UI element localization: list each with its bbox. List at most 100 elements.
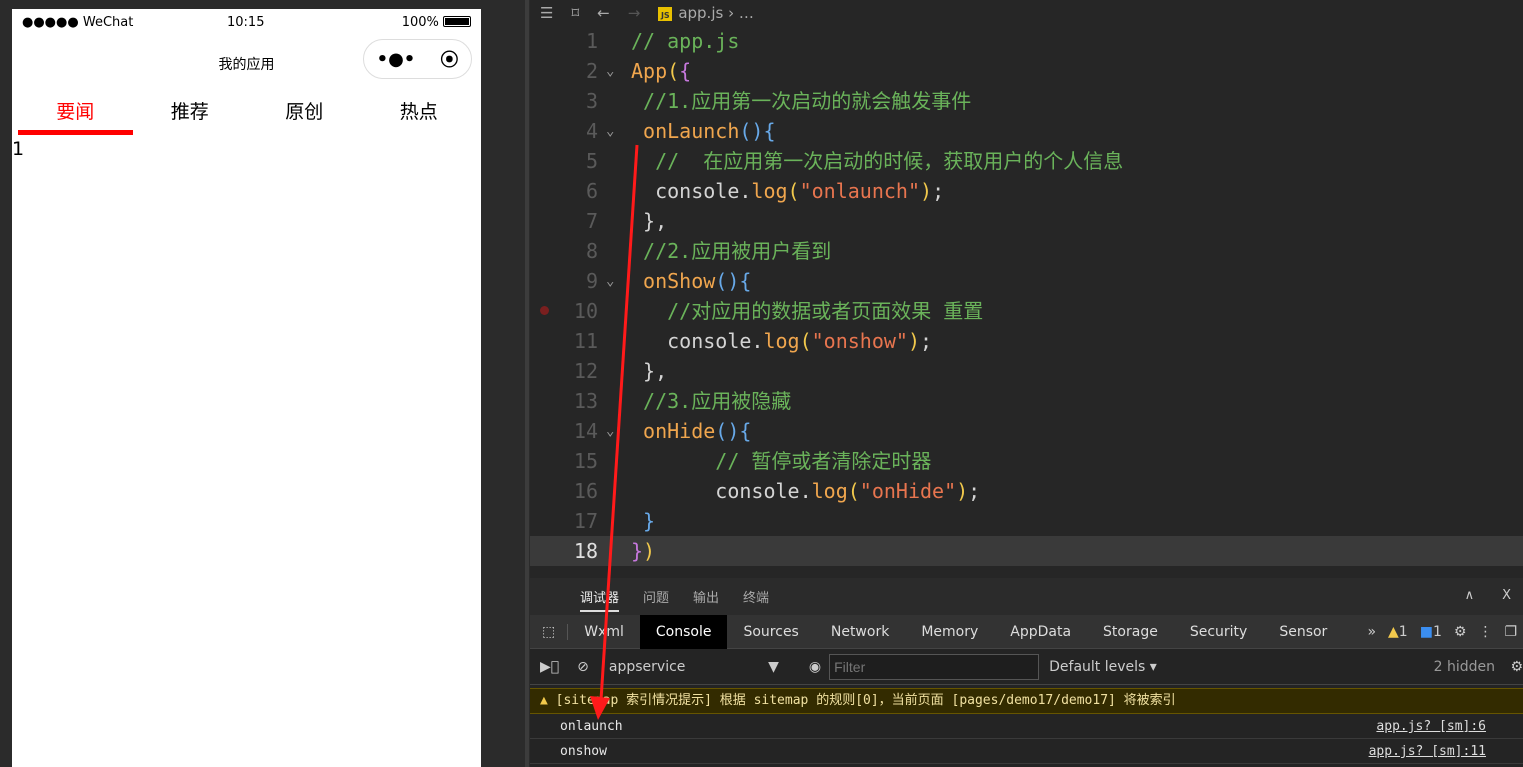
close-icon[interactable]: X bbox=[1502, 588, 1511, 603]
kebab-menu-icon[interactable]: ⋮ bbox=[1478, 624, 1492, 640]
collapse-icon[interactable]: ∧ bbox=[1465, 588, 1475, 603]
list-icon[interactable]: ☰ bbox=[540, 4, 553, 22]
panel-tab-sensor[interactable]: Sensor bbox=[1263, 615, 1343, 649]
code-token: () bbox=[715, 269, 740, 293]
code-line[interactable]: 9 ⌄ onShow(){ bbox=[530, 266, 1523, 296]
fold-chevron-icon[interactable]: ⌄ bbox=[606, 266, 614, 296]
code-token: ( bbox=[787, 179, 800, 203]
back-icon[interactable]: ← bbox=[597, 4, 610, 22]
filter-input[interactable] bbox=[829, 653, 1040, 680]
fold-chevron-icon[interactable]: ⌄ bbox=[606, 416, 614, 446]
tab-debugger[interactable]: 调试器 bbox=[580, 587, 620, 612]
line-number: 18 bbox=[573, 539, 598, 563]
code-token: //2.应用被用户看到 bbox=[631, 239, 832, 263]
info-count[interactable]: ■1 bbox=[1420, 624, 1442, 640]
code-token: "onlaunch" bbox=[799, 179, 921, 203]
line-number: 8 bbox=[585, 239, 598, 263]
line-number: 1 bbox=[585, 29, 598, 53]
battery-icon bbox=[443, 16, 471, 27]
code-line[interactable]: 10 //对应用的数据或者页面效果 重置 bbox=[530, 296, 1523, 326]
code-line[interactable]: 6 console.log("onlaunch"); bbox=[530, 176, 1523, 206]
code-line[interactable]: 3 //1.应用第一次启动的就会触发事件 bbox=[530, 86, 1523, 116]
eye-icon[interactable]: ◉ bbox=[809, 659, 821, 675]
panel-tab-storage[interactable]: Storage bbox=[1087, 615, 1174, 649]
code-editor[interactable]: ☰ ⌑ ← → JS app.js › … 1// app.js 2 ⌄ App({3 … bbox=[530, 0, 1523, 578]
log-text: onshow bbox=[560, 744, 607, 759]
close-mini-program-icon[interactable]: ⦿ bbox=[440, 46, 458, 72]
code-line[interactable]: 7 }, bbox=[530, 206, 1523, 236]
tab-2[interactable]: 原创 bbox=[247, 97, 362, 129]
code-token: ) bbox=[643, 539, 656, 563]
panel-tab-security[interactable]: Security bbox=[1174, 615, 1264, 649]
tab-0[interactable]: 要闻 bbox=[18, 97, 133, 135]
code-token: () bbox=[739, 119, 764, 143]
capsule-menu[interactable]: •●• ⦿ bbox=[363, 39, 472, 79]
code-token: }, bbox=[631, 359, 668, 383]
pane-divider[interactable] bbox=[525, 0, 529, 767]
code-line[interactable]: 16 console.log("onHide"); bbox=[530, 476, 1523, 506]
panel-tab-wxml[interactable]: Wxml bbox=[568, 615, 640, 649]
log-source-link[interactable]: app.js? [sm]:11 bbox=[1369, 739, 1486, 764]
code-token: ( bbox=[799, 329, 812, 353]
devtools-top-tabs: 调试器 问题 输出 终端 ∧ X bbox=[530, 578, 1523, 615]
forward-icon[interactable]: → bbox=[628, 4, 641, 22]
code-line[interactable]: 14 ⌄ onHide(){ bbox=[530, 416, 1523, 446]
code-line[interactable]: 13 //3.应用被隐藏 bbox=[530, 386, 1523, 416]
tab-1[interactable]: 推荐 bbox=[133, 97, 248, 129]
code-text: //1.应用第一次启动的就会触发事件 bbox=[631, 86, 971, 116]
code-line[interactable]: 18}) bbox=[530, 536, 1523, 566]
dock-icon[interactable]: ❐ bbox=[1504, 624, 1517, 640]
tab-3[interactable]: 热点 bbox=[362, 97, 477, 129]
warning-count[interactable]: ▲1 bbox=[1388, 624, 1408, 640]
bookmark-icon[interactable]: ⌑ bbox=[571, 4, 579, 22]
line-number: 2 bbox=[585, 59, 598, 83]
code-text: onHide(){ bbox=[631, 416, 751, 446]
code-line[interactable]: 1 // app.js bbox=[530, 26, 1523, 56]
code-line[interactable]: 17 } bbox=[530, 506, 1523, 536]
log-source-link[interactable]: app.js? [sm]:6 bbox=[1376, 714, 1486, 739]
hidden-count: 2 hidden bbox=[1433, 658, 1495, 675]
context-select[interactable]: appservice ▼ bbox=[609, 659, 779, 675]
code-text: // 在应用第一次启动的时候，获取用户的个人信息 bbox=[631, 146, 1123, 176]
status-bar: ●●●●● WeChat 10:15 100% bbox=[12, 15, 481, 31]
tab-terminal[interactable]: 终端 bbox=[743, 587, 769, 606]
panel-tab-console[interactable]: Console bbox=[639, 614, 728, 649]
settings-icon[interactable]: ⚙ bbox=[1454, 624, 1467, 640]
more-icon[interactable]: •●• bbox=[377, 49, 416, 70]
fold-chevron-icon[interactable]: ⌄ bbox=[606, 56, 614, 86]
log-levels-select[interactable]: Default levels ▾ bbox=[1049, 659, 1157, 675]
code-line[interactable]: 2 ⌄ App({ bbox=[530, 56, 1523, 86]
code-line[interactable]: 5 // 在应用第一次启动的时候，获取用户的个人信息 bbox=[530, 146, 1523, 176]
fold-chevron-icon[interactable]: ⌄ bbox=[606, 116, 614, 146]
code-line[interactable]: 11 console.log("onshow"); bbox=[530, 326, 1523, 356]
devtools-panel-tabs: ⬚ Wxml Console Sources Network Memory AppData… bbox=[530, 614, 1523, 649]
code-line[interactable]: 8 //2.应用被用户看到 bbox=[530, 236, 1523, 266]
console-warning: ▲ [sitemap 索引情况提示] 根据 sitemap 的规则[0]，当前页… bbox=[530, 688, 1523, 714]
clear-console-icon[interactable]: ⊘ bbox=[577, 659, 589, 675]
code-token: }, bbox=[631, 209, 668, 233]
code-line[interactable]: 15 // 暂停或者清除定时器 bbox=[530, 446, 1523, 476]
code-line[interactable]: 12 }, bbox=[530, 356, 1523, 386]
panel-tab-network[interactable]: Network bbox=[815, 615, 905, 649]
console-settings-icon[interactable]: ⚙ bbox=[1510, 659, 1523, 675]
context-value: appservice bbox=[608, 658, 686, 675]
tab-output[interactable]: 输出 bbox=[693, 587, 719, 606]
code-token: } bbox=[631, 539, 644, 563]
more-panels[interactable]: » bbox=[1367, 624, 1376, 640]
devtools-panel: 调试器 问题 输出 终端 ∧ X ⬚ Wxml Console Sources Netw… bbox=[530, 578, 1523, 767]
sidebar-toggle-icon[interactable]: ▶⃞ bbox=[540, 659, 559, 675]
code-token: log bbox=[763, 329, 800, 353]
chevron-down-icon: ▼ bbox=[768, 658, 779, 675]
line-number: 9 bbox=[585, 269, 598, 293]
inspect-element-icon[interactable]: ⬚ bbox=[530, 623, 569, 640]
tab-issues[interactable]: 问题 bbox=[643, 587, 669, 606]
code-token: //对应用的数据或者页面效果 重置 bbox=[631, 299, 984, 323]
panel-tab-memory[interactable]: Memory bbox=[905, 615, 994, 649]
breakpoint-icon[interactable] bbox=[540, 306, 549, 315]
panel-tab-sources[interactable]: Sources bbox=[727, 615, 814, 649]
breadcrumb[interactable]: JS app.js › … bbox=[658, 4, 754, 22]
line-number: 13 bbox=[573, 389, 598, 413]
panel-tab-appdata[interactable]: AppData bbox=[994, 615, 1087, 649]
code-line[interactable]: 4 ⌄ onLaunch(){ bbox=[530, 116, 1523, 146]
code-token: onShow bbox=[631, 269, 716, 293]
